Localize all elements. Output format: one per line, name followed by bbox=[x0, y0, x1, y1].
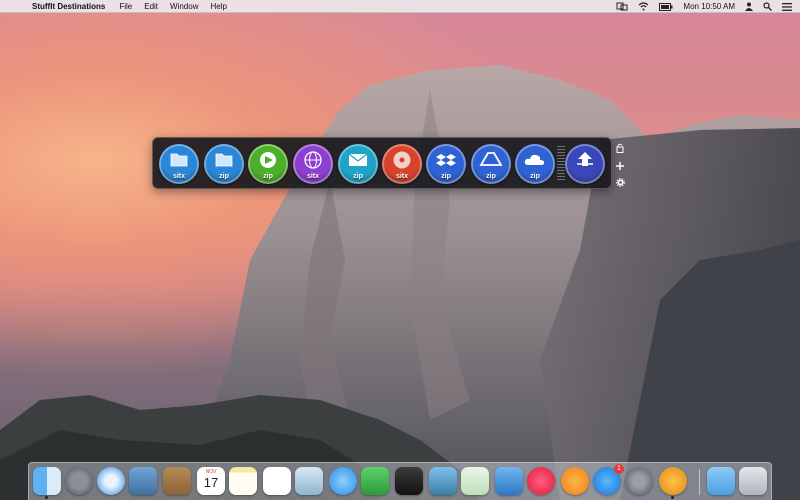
menu-help[interactable]: Help bbox=[210, 2, 226, 11]
contacts-icon[interactable] bbox=[163, 467, 191, 495]
ibooks-icon[interactable] bbox=[561, 467, 589, 495]
dropbox-icon bbox=[436, 154, 456, 166]
gear-icon[interactable] bbox=[615, 178, 625, 187]
destination-format-label: zip bbox=[486, 173, 496, 180]
calendar-day: 17 bbox=[203, 475, 219, 490]
play-icon bbox=[260, 152, 276, 168]
finder-icon[interactable] bbox=[33, 467, 61, 499]
destination-4[interactable]: sitx bbox=[293, 144, 333, 184]
destination-format-label: zip bbox=[530, 173, 540, 180]
itunes-icon[interactable] bbox=[527, 467, 555, 495]
reminders-icon[interactable] bbox=[263, 467, 291, 495]
destination-format-label: zip bbox=[441, 173, 451, 180]
spotlight-search-icon[interactable] bbox=[763, 2, 772, 11]
destination-5[interactable]: zip bbox=[338, 144, 378, 184]
destinations-controls bbox=[615, 143, 625, 187]
app-menu[interactable]: StuffIt Destinations bbox=[32, 2, 105, 11]
notes-icon[interactable] bbox=[229, 467, 257, 495]
iphoto-icon[interactable] bbox=[429, 467, 457, 495]
stuffit-menu-icon[interactable] bbox=[616, 2, 628, 11]
messages-icon[interactable] bbox=[329, 467, 357, 495]
trash-icon[interactable] bbox=[739, 467, 767, 495]
system-preferences-icon[interactable] bbox=[625, 467, 653, 495]
user-icon[interactable] bbox=[745, 2, 753, 11]
battery-icon[interactable] bbox=[659, 2, 673, 11]
desktop-wallpaper bbox=[0, 65, 800, 500]
lock-icon[interactable] bbox=[616, 143, 624, 153]
menu-window[interactable]: Window bbox=[170, 2, 198, 11]
mail-icon bbox=[348, 153, 368, 166]
wifi-icon[interactable] bbox=[638, 2, 649, 11]
folder-icon bbox=[215, 153, 233, 167]
destination-3[interactable]: zip bbox=[248, 144, 288, 184]
destination-format-label: sitx bbox=[172, 173, 186, 180]
stuffit-icon[interactable] bbox=[659, 467, 687, 499]
app-store-icon[interactable]: 1 bbox=[593, 464, 624, 495]
destination-6[interactable]: sitx bbox=[382, 144, 422, 184]
safari-icon[interactable] bbox=[97, 467, 125, 495]
destination-format-label: sitx bbox=[395, 173, 409, 180]
destination-10[interactable] bbox=[565, 144, 605, 184]
menu-edit[interactable]: Edit bbox=[144, 2, 158, 11]
dock-separator bbox=[699, 469, 700, 495]
running-indicator bbox=[671, 496, 674, 499]
destination-format-label: zip bbox=[353, 173, 363, 180]
photo-booth-icon[interactable] bbox=[395, 467, 423, 495]
destination-format-label: zip bbox=[219, 173, 229, 180]
running-indicator bbox=[45, 496, 48, 499]
destination-format-label: zip bbox=[263, 173, 273, 180]
destination-7[interactable]: zip bbox=[426, 144, 466, 184]
facetime-icon[interactable] bbox=[361, 467, 389, 495]
menu-clock[interactable]: Mon 10:50 AM bbox=[683, 2, 735, 11]
disc-icon bbox=[393, 151, 411, 169]
keynote-icon[interactable] bbox=[495, 467, 523, 495]
mail-stamp-icon[interactable] bbox=[129, 467, 157, 495]
numbers-icon[interactable] bbox=[461, 467, 489, 495]
destination-8[interactable]: zip bbox=[471, 144, 511, 184]
calendar-icon[interactable]: NOV 17 bbox=[197, 467, 225, 495]
notification-center-icon[interactable] bbox=[782, 2, 792, 11]
destinations-bar: sitx zip zip sitx zip sitx zip zip zip bbox=[152, 137, 612, 189]
google-drive-icon bbox=[479, 152, 503, 166]
preview-icon[interactable] bbox=[295, 467, 323, 495]
destination-format-label: sitx bbox=[306, 173, 320, 180]
menu-file[interactable]: File bbox=[119, 2, 132, 11]
folder-icon bbox=[170, 153, 188, 167]
status-area: Mon 10:50 AM bbox=[616, 0, 792, 13]
downloads-folder-icon[interactable] bbox=[707, 467, 735, 495]
app-store-badge: 1 bbox=[614, 464, 624, 474]
add-icon[interactable] bbox=[616, 161, 624, 170]
launchpad-icon[interactable] bbox=[65, 467, 93, 495]
cloud-icon bbox=[524, 154, 545, 165]
upload-icon bbox=[577, 152, 593, 166]
drag-grip[interactable] bbox=[557, 146, 565, 182]
menu-bar: StuffIt Destinations File Edit Window He… bbox=[0, 0, 800, 13]
dock: NOV 17 1 bbox=[28, 462, 772, 500]
destination-9[interactable]: zip bbox=[515, 144, 555, 184]
globe-icon bbox=[304, 151, 322, 169]
destination-2[interactable]: zip bbox=[204, 144, 244, 184]
destination-1[interactable]: sitx bbox=[159, 144, 199, 184]
